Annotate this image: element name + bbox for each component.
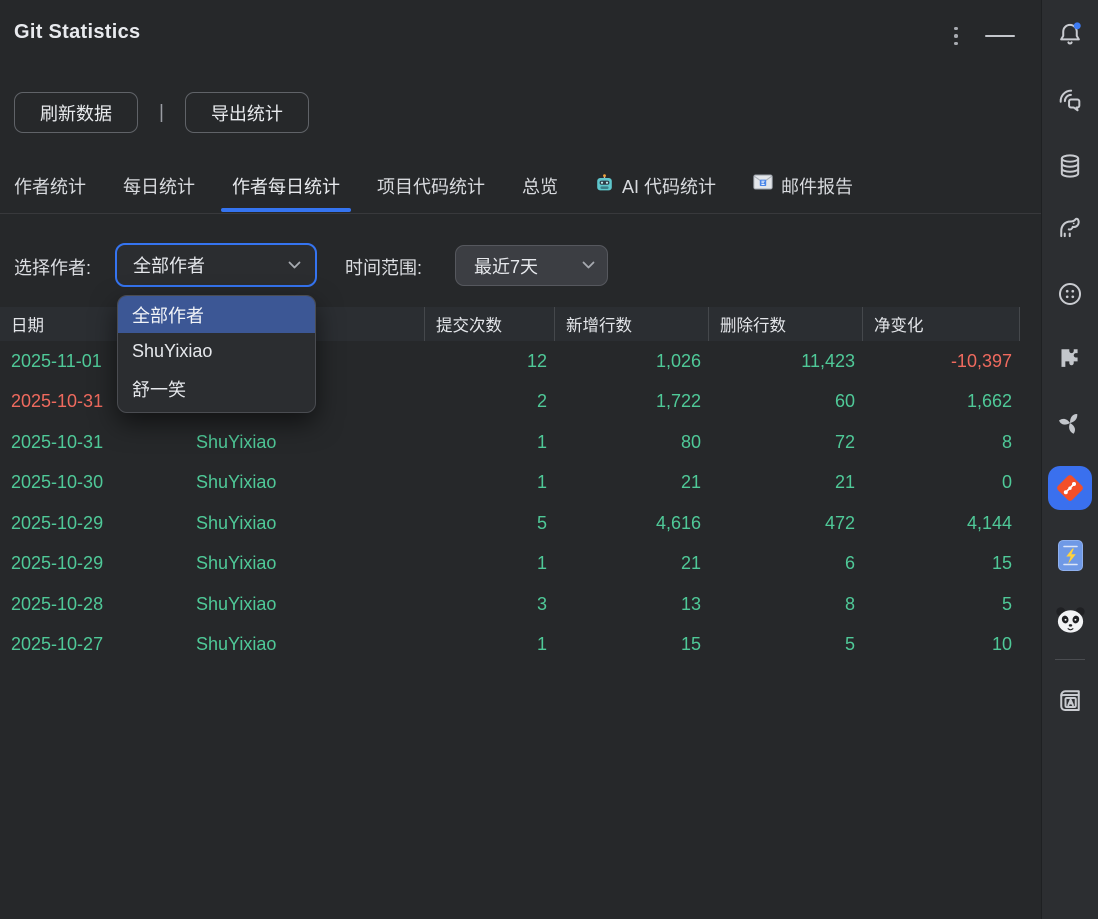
time-range-select[interactable]: 最近7天 <box>455 245 608 286</box>
notifications-bell-icon[interactable] <box>1050 14 1090 54</box>
ai-chat-radar-icon[interactable] <box>1050 80 1090 120</box>
table-row[interactable]: 2025-10-29 ShuYixiao 5 4,616 472 4,144 <box>0 503 1020 544</box>
dropdown-option-shuyixiao-cn[interactable]: 舒一笑 <box>118 370 315 407</box>
col-header-added[interactable]: 新增行数 <box>555 307 709 341</box>
tab-overview[interactable]: 总览 <box>522 170 558 214</box>
toolbar-separator: | <box>159 102 164 124</box>
tool-window-sidebar <box>1041 0 1098 919</box>
dropdown-option-all-authors[interactable]: 全部作者 <box>118 296 315 333</box>
table-row[interactable]: 2025-10-29 ShuYixiao 1 21 6 15 <box>0 544 1020 585</box>
sidebar-divider <box>1055 659 1085 660</box>
export-stats-button[interactable]: 导出统计 <box>185 92 309 133</box>
author-select-value: 全部作者 <box>133 252 288 278</box>
table-row[interactable]: 2025-10-30 ShuYixiao 1 21 21 0 <box>0 463 1020 504</box>
tab-email-report[interactable]: 邮件报告 <box>753 170 853 214</box>
chevron-down-icon <box>582 261 595 270</box>
puzzle-icon[interactable] <box>1050 338 1090 378</box>
translation-book-icon[interactable] <box>1050 680 1090 720</box>
tab-author-daily-stats[interactable]: 作者每日统计 <box>232 170 340 214</box>
time-range-label: 时间范围: <box>345 254 422 280</box>
database-icon[interactable] <box>1050 146 1090 186</box>
page-title: Git Statistics <box>14 21 140 44</box>
table-row[interactable]: 2025-10-31 ShuYixiao 1 80 72 8 <box>0 422 1020 463</box>
zap-document-icon[interactable] <box>1050 535 1090 575</box>
toolbar: 刷新数据 | 导出统计 <box>14 92 309 133</box>
refresh-data-button[interactable]: 刷新数据 <box>14 92 138 133</box>
git-statistics-icon[interactable] <box>1048 466 1092 510</box>
tab-project-code-stats[interactable]: 项目代码统计 <box>377 170 485 214</box>
minimize-icon[interactable] <box>982 24 1018 48</box>
robot-icon <box>595 174 614 193</box>
table-row[interactable]: 2025-10-27 ShuYixiao 1 15 5 10 <box>0 625 1020 666</box>
panda-icon[interactable] <box>1050 600 1090 640</box>
author-select[interactable]: 全部作者 <box>115 243 317 287</box>
author-filter-label: 选择作者: <box>14 254 91 280</box>
tabs-divider <box>0 213 1041 214</box>
dropdown-option-shuyixiao[interactable]: ShuYixiao <box>118 333 315 370</box>
filter-row: 选择作者: 全部作者 时间范围: 最近7天 <box>0 243 1041 289</box>
tab-author-stats[interactable]: 作者统计 <box>14 170 86 214</box>
table-row[interactable]: 2025-10-28 ShuYixiao 3 13 8 5 <box>0 584 1020 625</box>
tab-ai-code-stats[interactable]: AI 代码统计 <box>595 170 716 214</box>
email-icon <box>753 174 773 190</box>
pinwheel-icon[interactable] <box>1050 403 1090 443</box>
tab-bar: 作者统计 每日统计 作者每日统计 项目代码统计 总览 AI 代码统计 <box>14 170 853 214</box>
col-header-commits[interactable]: 提交次数 <box>425 307 555 341</box>
col-header-net[interactable]: 净变化 <box>863 307 1020 341</box>
gradle-elephant-icon[interactable] <box>1050 208 1090 248</box>
git-statistics-tool-window: Git Statistics 刷新数据 | 导出统计 作者统计 每日统计 作者每… <box>0 0 1098 919</box>
tab-daily-stats[interactable]: 每日统计 <box>123 170 195 214</box>
author-dropdown-popup: 全部作者 ShuYixiao 舒一笑 <box>117 295 316 413</box>
col-header-deleted[interactable]: 删除行数 <box>709 307 863 341</box>
circle-dots-icon[interactable] <box>1050 274 1090 314</box>
chevron-down-icon <box>288 261 301 270</box>
time-range-value: 最近7天 <box>474 253 582 279</box>
kebab-menu-icon[interactable] <box>946 23 966 49</box>
